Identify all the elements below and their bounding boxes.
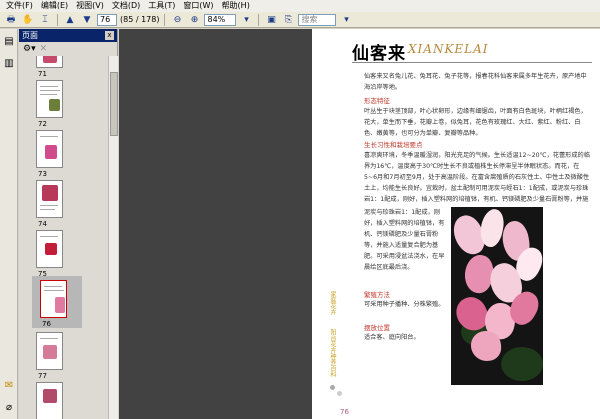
print-icon[interactable]: 🖶	[4, 13, 18, 26]
panel-tools: ⚙▾ ✕	[19, 42, 117, 56]
title-divider	[352, 62, 592, 63]
toolbar: 🖶 ✋ ⌶ ▲ ▼ 76 (85 / 178) ⊖ ⊕ 84% ▾ ▣ ⎘ 搜索…	[0, 12, 600, 28]
comments-icon[interactable]: ✉	[3, 379, 15, 391]
section-heading-habits: 生长习性和栽培要点	[364, 141, 423, 149]
pages-panel: 页面 x ⚙▾ ✕ 71 72 73 74 75 76 77	[19, 29, 118, 419]
page-number-input[interactable]: 76	[97, 13, 117, 26]
thumbnail-page	[36, 230, 63, 268]
bookmarks-icon[interactable]: ▥	[3, 57, 15, 69]
thumbnail-page	[36, 80, 63, 118]
side-label-category: 家庭花卉	[329, 291, 336, 315]
thumbnail-label: 77	[38, 372, 47, 380]
thumbnail-page	[36, 382, 63, 419]
thumbnail-page	[40, 280, 67, 318]
page-title-latin: XIANKELAI	[408, 42, 489, 56]
menu-edit[interactable]: 编辑(E)	[37, 0, 72, 12]
pages-panel-icon[interactable]: ▤	[3, 35, 15, 47]
next-page-icon[interactable]: ▼	[80, 13, 94, 26]
menu-view[interactable]: 视图(V)	[72, 0, 108, 12]
document-page: 仙客来 XIANKELAI 仙客来又名兔儿花、兔耳花、兔子花等，报春花科仙客来属…	[312, 29, 600, 419]
zoom-in-icon[interactable]: ⊕	[187, 13, 201, 26]
thumbnail-label: 71	[38, 70, 47, 78]
menu-bar: 文件(F) 编辑(E) 视图(V) 文档(D) 工具(T) 窗口(W) 帮助(H…	[0, 0, 600, 12]
attachments-icon[interactable]: ⌀	[3, 401, 15, 413]
save-icon[interactable]: ▣	[264, 13, 278, 26]
search-input[interactable]: 搜索	[298, 13, 337, 26]
previous-page-icon[interactable]: ▲	[63, 13, 77, 26]
thumbnail-label: 74	[38, 220, 47, 228]
menu-tools[interactable]: 工具(T)	[144, 0, 179, 12]
thumbnail-label: 76	[42, 320, 51, 328]
fit-page-icon[interactable]: ⎘	[281, 13, 295, 26]
document-view: 仙客来 XIANKELAI 仙客来又名兔儿花、兔耳花、兔子花等，报春花科仙客来属…	[119, 29, 600, 419]
cyclamen-photo	[451, 207, 543, 385]
section-text-habits-continued: 泥炭与珍珠岩1：1配成，刚好，插入塑料网的培植钵，有机、钙镁磷肥及少量石膏粉等，…	[364, 209, 445, 271]
menu-window[interactable]: 窗口(W)	[179, 0, 217, 12]
toolbar-divider	[57, 13, 58, 26]
select-tool-icon[interactable]: ⌶	[38, 13, 52, 26]
panel-header: 页面 x	[19, 29, 117, 42]
menu-document[interactable]: 文档(D)	[108, 0, 144, 12]
thumbnail-page	[36, 332, 63, 370]
search-dropdown-icon[interactable]: ▾	[339, 13, 353, 26]
section-heading-placement: 摆放位置	[364, 324, 390, 332]
section-heading-propagation: 繁殖方法	[364, 291, 390, 299]
zoom-dropdown-icon[interactable]: ▾	[239, 13, 253, 26]
toolbar-divider	[164, 13, 166, 26]
scrollbar-thumb[interactable]	[110, 72, 118, 136]
page-title: 仙客来	[352, 44, 406, 64]
section-text-propagation: 可采用种子播种、分株繁殖。	[364, 301, 445, 308]
section-text-habits: 喜凉爽环境，冬季温暖湿润，阳光充足的气候。生长适温12~20℃，花蕾形成的临界为…	[364, 152, 590, 203]
zoom-level-input[interactable]: 84%	[204, 13, 237, 26]
section-text-placement: 适合客、庭向阳台。	[364, 334, 420, 341]
menu-file[interactable]: 文件(F)	[2, 0, 37, 12]
side-label-book: 阳台花卉种养百科	[329, 329, 336, 377]
zoom-out-icon[interactable]: ⊖	[170, 13, 184, 26]
intro-paragraph: 仙客来又名兔儿花、兔耳花、兔子花等，报春花科仙客来属多年生花卉，原产地中海沿岸等…	[364, 73, 587, 91]
options-icon[interactable]: ⚙▾	[23, 44, 36, 54]
thumbnail-label: 72	[38, 120, 47, 128]
delete-page-icon[interactable]: ✕	[40, 44, 48, 54]
thumbnail-list: 71 72 73 74 75 76 77	[19, 56, 107, 419]
page-number: 76	[340, 408, 349, 416]
section-heading-morphology: 形态特征	[364, 97, 390, 105]
thumbnail-page	[36, 130, 63, 168]
thumbnail-label: 73	[38, 170, 47, 178]
hand-tool-icon[interactable]: ✋	[21, 13, 35, 26]
menu-help[interactable]: 帮助(H)	[218, 0, 254, 12]
navigation-rail: ▤ ▥ ✉ ⌀	[0, 29, 18, 419]
panel-title: 页面	[22, 31, 38, 40]
thumbnail-page	[36, 180, 63, 218]
page-count: (85 / 178)	[120, 15, 160, 24]
decorative-dot	[330, 385, 335, 390]
decorative-dot	[337, 391, 342, 396]
close-icon[interactable]: x	[105, 31, 114, 40]
section-text-morphology: 叶丛生于块茎顶部，叶心状卵形，边缘有细锯齿，叶面有白色斑块，叶柄红褐色，花大，单…	[364, 108, 587, 137]
thumbnail-scrollbar[interactable]	[108, 56, 118, 419]
thumbnail-page	[36, 56, 63, 68]
toolbar-divider	[258, 13, 260, 26]
